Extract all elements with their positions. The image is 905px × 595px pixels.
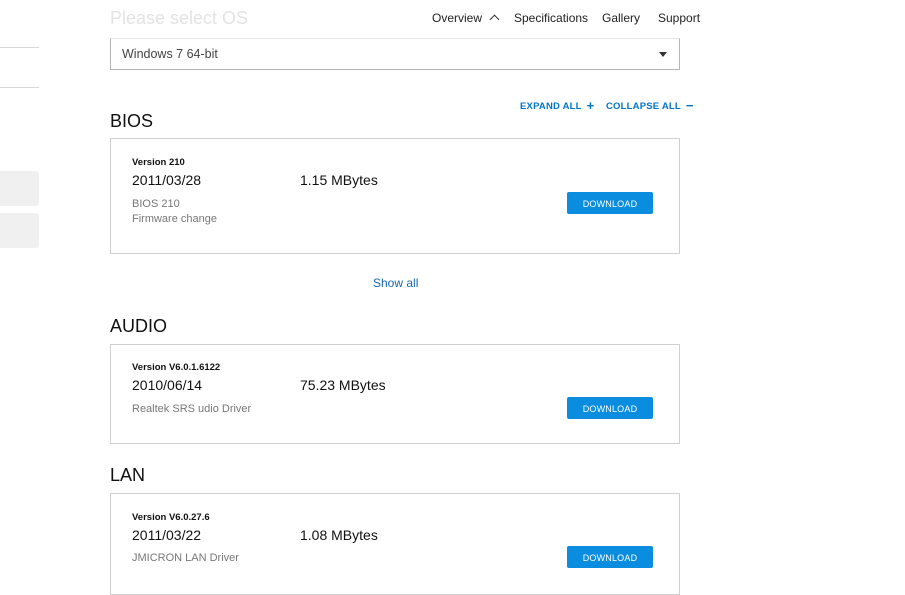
description: BIOS 210 Firmware change bbox=[132, 197, 217, 227]
os-select[interactable]: Windows 7 64-bit bbox=[110, 38, 680, 70]
collapse-all-label: COLLAPSE ALL bbox=[606, 101, 681, 112]
sidebar-item[interactable] bbox=[0, 213, 39, 248]
top-nav: Overview Specifications Gallery Support bbox=[0, 11, 905, 27]
description-line: Realtek SRS udio Driver bbox=[132, 403, 252, 415]
sidebar-divider bbox=[0, 47, 39, 48]
release-date: 2011/03/28 bbox=[132, 172, 202, 188]
description: JMICRON LAN Driver bbox=[132, 551, 239, 566]
file-size: 1.08 MBytes bbox=[300, 527, 378, 543]
section-title-lan: LAN bbox=[110, 465, 146, 485]
description-line: JMICRON LAN Driver bbox=[132, 552, 239, 564]
section-title-audio: AUDIO bbox=[110, 316, 168, 336]
file-size: 1.15 MBytes bbox=[300, 172, 378, 188]
version-label: Version V6.0.27.6 bbox=[132, 512, 210, 523]
download-card-bios: Version 210 2011/03/28 1.15 MBytes BIOS … bbox=[110, 138, 680, 254]
download-button[interactable]: DOWNLOAD bbox=[567, 546, 653, 568]
download-button[interactable]: DOWNLOAD bbox=[567, 397, 653, 419]
nav-overview-label: Overview bbox=[432, 11, 483, 25]
description-line: BIOS 210 bbox=[132, 198, 180, 210]
description: Realtek SRS udio Driver bbox=[132, 402, 251, 417]
nav-specifications[interactable]: Specifications bbox=[514, 11, 588, 25]
nav-overview[interactable]: Overview bbox=[432, 11, 500, 25]
os-select-value: Windows 7 64-bit bbox=[122, 47, 218, 61]
chevron-up-icon bbox=[489, 14, 500, 25]
download-card-audio: Version V6.0.1.6122 2010/06/14 75.23 MBy… bbox=[110, 344, 680, 444]
section-title-bios: BIOS bbox=[110, 111, 154, 131]
expand-all-button[interactable]: EXPAND ALL + bbox=[520, 97, 595, 113]
collapse-all-button[interactable]: COLLAPSE ALL − bbox=[606, 97, 694, 113]
nav-gallery[interactable]: Gallery bbox=[602, 11, 640, 25]
version-label: Version V6.0.1.6122 bbox=[132, 362, 221, 373]
release-date: 2011/03/22 bbox=[132, 527, 202, 543]
file-size: 75.23 MBytes bbox=[300, 377, 386, 393]
download-button[interactable]: DOWNLOAD bbox=[567, 192, 653, 214]
release-date: 2010/06/14 bbox=[132, 377, 203, 393]
sidebar-divider bbox=[0, 87, 39, 88]
version-label: Version 210 bbox=[132, 157, 185, 168]
plus-icon: + bbox=[586, 98, 595, 113]
nav-support[interactable]: Support bbox=[658, 11, 700, 25]
caret-down-icon bbox=[659, 52, 667, 57]
description-line: Firmware change bbox=[132, 213, 217, 225]
download-card-lan: Version V6.0.27.6 2011/03/22 1.08 MBytes… bbox=[110, 493, 680, 595]
minus-icon: − bbox=[685, 98, 694, 113]
sidebar-item[interactable] bbox=[0, 171, 39, 206]
show-all-link[interactable]: Show all bbox=[373, 276, 418, 290]
expand-all-label: EXPAND ALL bbox=[520, 101, 582, 112]
